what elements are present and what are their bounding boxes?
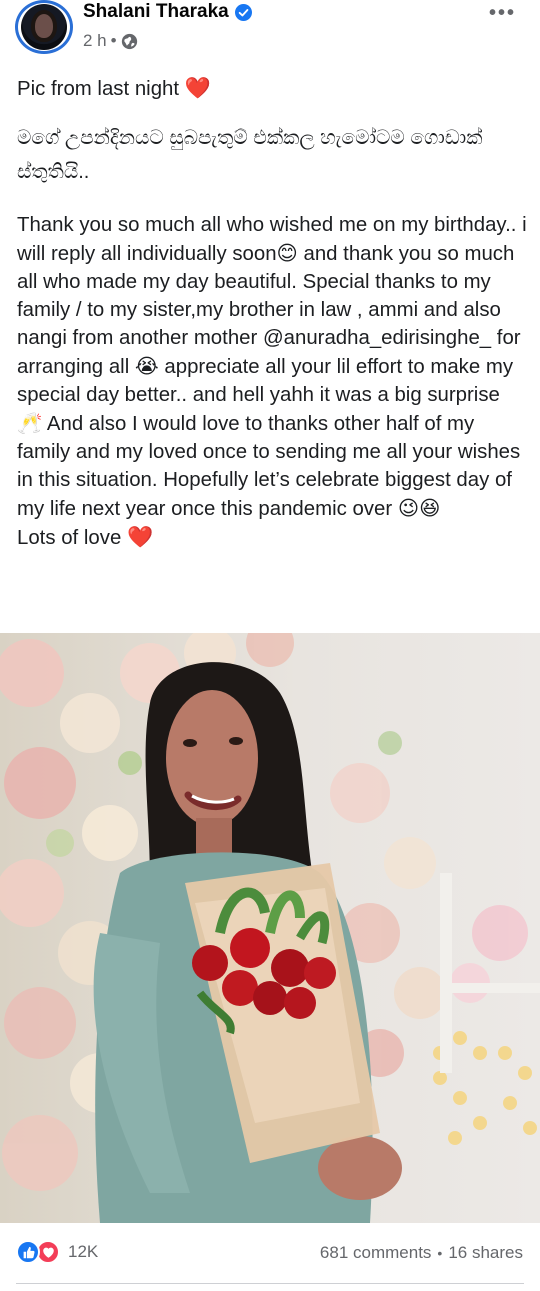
post-body: Thank you so much all who wished me on m… <box>17 211 527 523</box>
post-sinhala-text: මගේ උපන්දිනයට සුබපැතුම් එක්කල හැමෝටම ගොඩ… <box>17 127 483 183</box>
comments-count[interactable]: 681 comments <box>320 1243 432 1263</box>
closing-heart-emoji: ❤️ <box>126 525 154 549</box>
crying-emoji: 😭 <box>134 354 159 378</box>
post-meta: 2 h • <box>83 31 138 51</box>
smile-emoji: 😊 <box>276 241 298 265</box>
post-closing: Lots of love ❤️ <box>17 523 527 552</box>
globe-icon <box>121 33 137 49</box>
post-line-1: Pic from last night ❤️ <box>17 74 527 103</box>
cheers-emoji: 🥂 <box>17 411 43 435</box>
author-name-row: Shalani Tharaka <box>83 1 252 23</box>
post-closing-text: Lots of love <box>17 527 122 549</box>
post-stats: 12K 681 comments • 16 shares <box>0 1230 540 1278</box>
author-name[interactable]: Shalani Tharaka <box>83 1 229 23</box>
stats-divider <box>16 1283 524 1284</box>
post-header: Shalani Tharaka 2 h • ••• <box>0 0 540 60</box>
verified-badge-icon <box>234 3 252 21</box>
post-line-1-text: Pic from last night <box>17 78 180 100</box>
reactions-summary[interactable]: 12K <box>16 1240 98 1264</box>
counts-separator: • <box>437 1245 443 1261</box>
heart-emoji: ❤️ <box>184 76 211 100</box>
post-body-part-4: And also I would love to thanks other ha… <box>17 413 521 520</box>
photo-illustration <box>0 633 540 1223</box>
post-text: Pic from last night ❤️ මගේ උපන්දිනයට සුබ… <box>17 74 527 552</box>
more-options-icon[interactable]: ••• <box>489 2 516 25</box>
avatar-image <box>21 4 67 50</box>
avatar[interactable] <box>15 0 73 54</box>
like-icon <box>16 1240 40 1264</box>
reactions-count: 12K <box>68 1242 99 1261</box>
engagement-counts: 681 comments • 16 shares <box>320 1243 523 1263</box>
post-time[interactable]: 2 h <box>83 31 107 51</box>
post-photo[interactable] <box>0 633 540 1223</box>
shares-count[interactable]: 16 shares <box>448 1243 523 1263</box>
meta-separator: • <box>110 31 117 50</box>
wink-laugh-emoji: 😉😆 <box>397 496 441 520</box>
